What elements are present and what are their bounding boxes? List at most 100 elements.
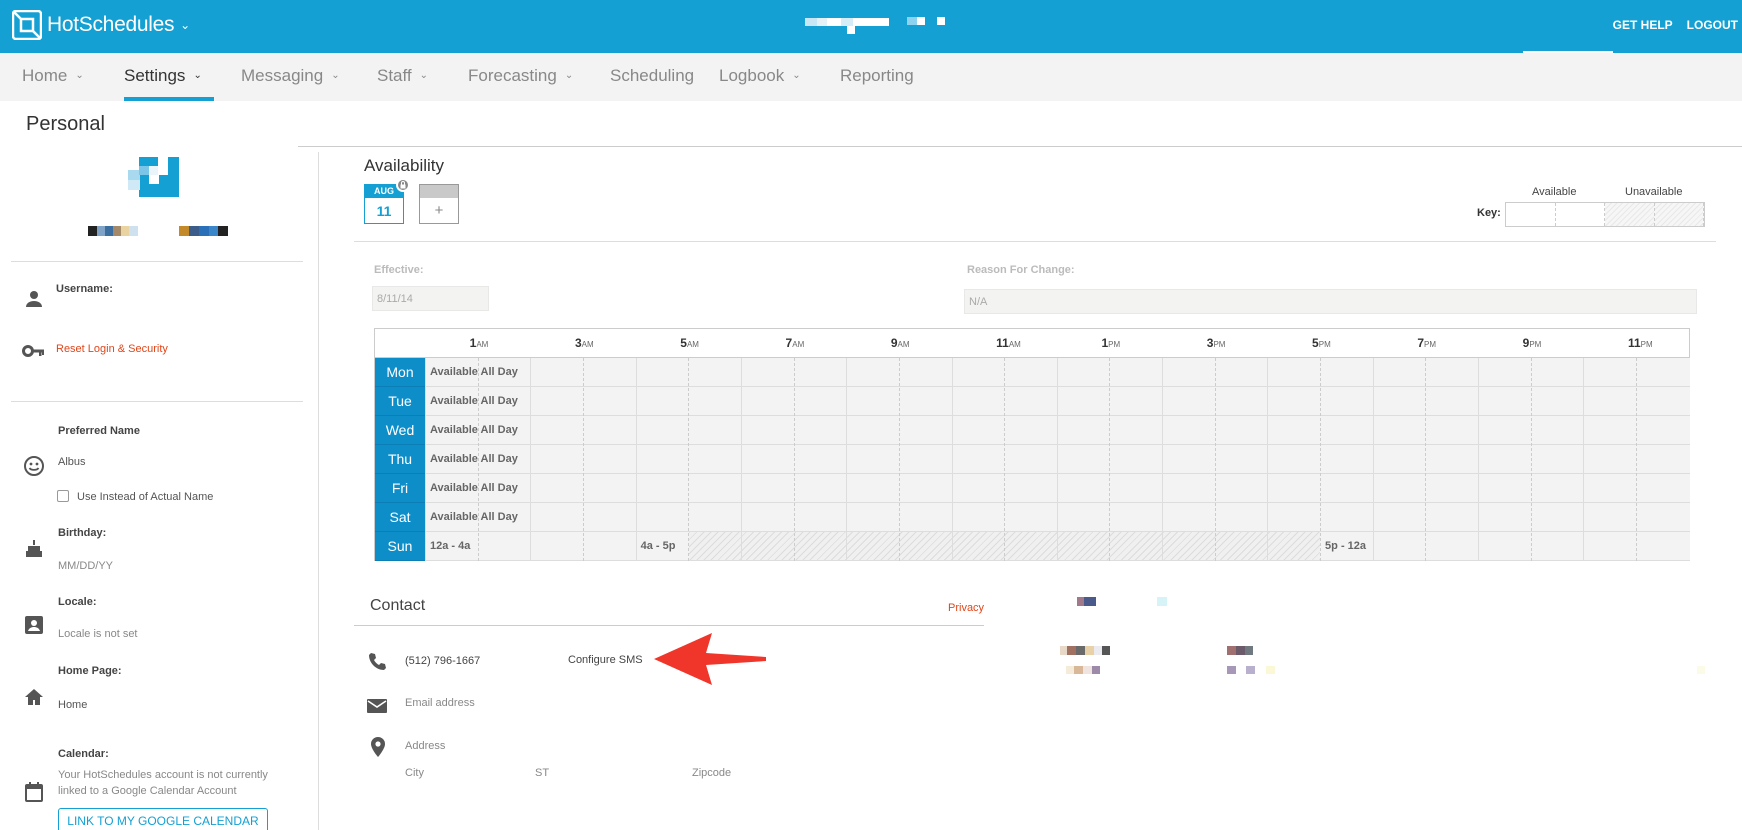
nav-forecasting[interactable]: Forecasting ⌄ xyxy=(468,66,573,86)
day-label: Sat xyxy=(375,503,425,532)
email-icon xyxy=(366,695,388,717)
grid-line xyxy=(1320,358,1322,561)
reason-input[interactable]: N/A xyxy=(964,289,1697,314)
grid-line xyxy=(1635,358,1637,561)
divider xyxy=(354,625,984,626)
grid-header: 1AM 3AM 5AM 7AM 9AM 11AM 1PM 3PM 5PM 7PM 9PM 11PM xyxy=(375,329,1689,358)
availability-block-label: Available All Day xyxy=(430,424,518,436)
add-tile-header xyxy=(420,185,458,198)
grid-line xyxy=(1109,358,1111,561)
grid-line xyxy=(793,358,795,561)
day-label: Tue xyxy=(375,387,425,416)
availability-block-label: Available All Day xyxy=(430,366,518,378)
store-name-redacted xyxy=(805,16,955,36)
birthday-input[interactable]: MM/DD/YY xyxy=(58,560,113,572)
availability-block-label: 5p - 12a xyxy=(1325,540,1367,552)
availability-block-label: Available All Day xyxy=(430,511,518,523)
smiley-icon xyxy=(23,455,45,477)
nav-settings-label: Settings xyxy=(124,66,186,85)
key-unavailable-label: Unavailable xyxy=(1625,186,1683,198)
use-instead-label: Use Instead of Actual Name xyxy=(77,491,214,503)
page-title: Personal xyxy=(26,113,105,135)
grid-line xyxy=(1162,358,1164,561)
person-icon xyxy=(23,288,45,310)
nav-active-indicator xyxy=(124,97,214,101)
availability-block-label: 4a - 5p xyxy=(640,540,676,552)
availability-block-label: Available All Day xyxy=(430,395,518,407)
phone-icon xyxy=(366,651,388,673)
home-page-value[interactable]: Home xyxy=(58,699,87,711)
effective-label: Effective: xyxy=(374,264,424,276)
get-help-link[interactable]: GET HELP xyxy=(1613,18,1673,32)
link-google-calendar-button[interactable]: LINK TO MY GOOGLE CALENDAR xyxy=(58,808,268,830)
location-pin-icon xyxy=(367,736,389,758)
username-label: Username: xyxy=(56,283,113,295)
grid-line xyxy=(1267,358,1269,561)
nav-messaging[interactable]: Messaging ⌄ xyxy=(241,66,340,86)
address-input[interactable]: Address xyxy=(405,740,445,752)
key-available-swatch xyxy=(1506,203,1556,226)
nav-staff[interactable]: Staff ⌄ xyxy=(377,66,428,86)
nav-scheduling[interactable]: Scheduling xyxy=(610,66,694,86)
grid-line xyxy=(1372,358,1374,561)
hour-label: 1PM xyxy=(1101,336,1121,350)
state-input[interactable]: ST xyxy=(535,767,549,779)
nav-logbook-label: Logbook xyxy=(719,66,785,85)
reason-label: Reason For Change: xyxy=(967,264,1075,276)
grid-line xyxy=(1583,358,1585,561)
grid-line xyxy=(425,358,426,561)
nav-staff-label: Staff xyxy=(377,66,412,85)
nav-reporting-label: Reporting xyxy=(840,66,914,85)
nav-scheduling-label: Scheduling xyxy=(610,66,695,85)
preferred-name-value[interactable]: Albus xyxy=(58,456,86,468)
phone-number[interactable]: (512) 796-1667 xyxy=(405,655,480,667)
logout-link[interactable]: LOGOUT xyxy=(1687,18,1738,32)
use-instead-checkbox[interactable] xyxy=(57,490,69,502)
hour-label: 11PM xyxy=(1627,336,1653,350)
chevron-down-icon: ⌄ xyxy=(180,18,191,32)
profile-name-redacted xyxy=(88,225,230,236)
nav-messaging-label: Messaging xyxy=(241,66,324,85)
privacy-link[interactable]: Privacy xyxy=(948,602,984,614)
nav-reporting[interactable]: Reporting xyxy=(840,66,914,86)
preferred-name-label: Preferred Name xyxy=(58,425,140,437)
hour-label: 7PM xyxy=(1417,336,1437,350)
redacted-info xyxy=(1060,594,1710,678)
app-logo-menu[interactable]: HotSchedules ⌄ xyxy=(11,9,191,41)
nav-settings[interactable]: Settings ⌄ xyxy=(124,66,202,86)
divider xyxy=(11,401,303,402)
calendar-icon xyxy=(23,781,45,803)
locale-value[interactable]: Locale is not set xyxy=(58,628,138,640)
grid-line xyxy=(1214,358,1216,561)
add-availability-button[interactable]: + xyxy=(419,184,459,224)
city-input[interactable]: City xyxy=(405,767,424,779)
hour-label: 11AM xyxy=(996,336,1021,350)
email-input[interactable]: Email address xyxy=(405,697,475,709)
plus-icon: + xyxy=(434,202,444,219)
grid-line xyxy=(582,358,584,561)
calendar-label: Calendar: xyxy=(58,748,109,760)
zip-input[interactable]: Zipcode xyxy=(692,767,731,779)
reset-login-link[interactable]: Reset Login & Security xyxy=(56,343,168,355)
nav-home[interactable]: Home ⌄ xyxy=(22,66,84,86)
configure-sms-link[interactable]: Configure SMS xyxy=(568,654,643,666)
nav-forecasting-label: Forecasting xyxy=(468,66,557,85)
calendar-note: Your HotSchedules account is not current… xyxy=(58,769,268,781)
hour-label: 5PM xyxy=(1312,336,1331,350)
nav-logbook[interactable]: Logbook ⌄ xyxy=(719,66,801,86)
grid-line xyxy=(635,358,637,561)
nav-home-label: Home xyxy=(22,66,68,85)
key-icon xyxy=(22,340,44,362)
key-unavailable-swatch xyxy=(1654,203,1704,226)
hour-label: 3AM xyxy=(574,336,594,350)
effective-input[interactable]: 8/11/14 xyxy=(372,286,489,311)
calendar-note: linked to a Google Calendar Account xyxy=(58,785,237,797)
grid-line xyxy=(740,358,742,561)
availability-grid: 1AM 3AM 5AM 7AM 9AM 11AM 1PM 3PM 5PM 7PM 9PM 11PM M… xyxy=(374,328,1690,561)
sidebar-divider xyxy=(318,152,319,830)
chevron-down-icon: ⌄ xyxy=(419,70,429,81)
hotschedules-logo-icon xyxy=(11,9,43,41)
day-label: Thu xyxy=(375,445,425,474)
key-available-label: Available xyxy=(1532,186,1577,198)
contact-card-icon xyxy=(23,614,45,636)
